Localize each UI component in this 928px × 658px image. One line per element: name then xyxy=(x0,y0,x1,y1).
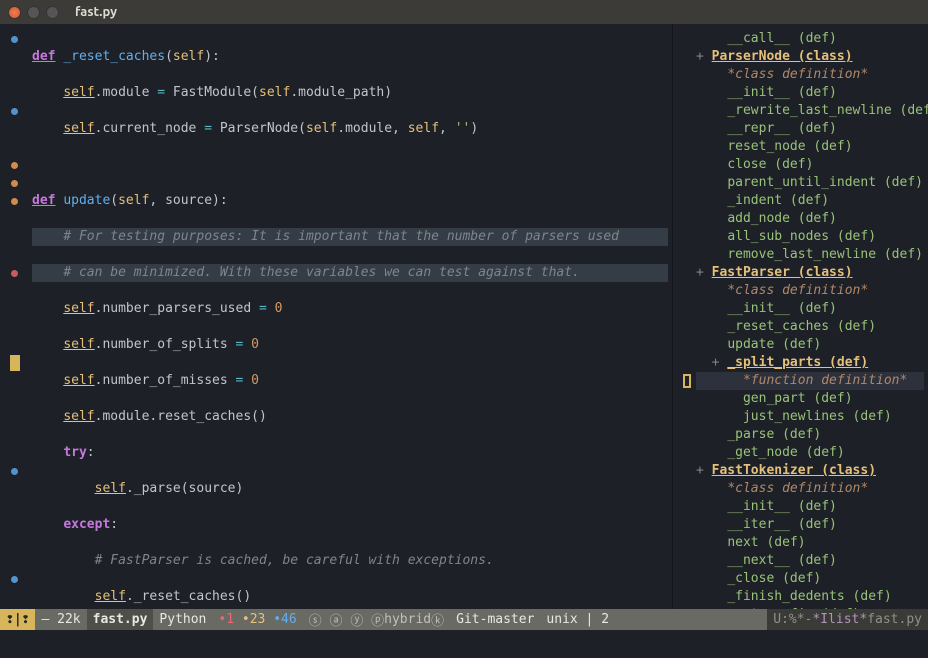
outline-item[interactable]: _finish_dedents (def) xyxy=(696,588,924,606)
outline-item[interactable]: next (def) xyxy=(696,534,924,552)
outline-item[interactable]: close (def) xyxy=(696,156,924,174)
fringe-marker xyxy=(11,198,18,205)
outline-item[interactable]: *class definition* xyxy=(696,282,924,300)
outline-item[interactable]: gen_part (def) xyxy=(696,390,924,408)
outline-item[interactable]: __init__ (def) xyxy=(696,300,924,318)
outline-item[interactable]: __repr__ (def) xyxy=(696,120,924,138)
outline-item[interactable]: *function definition* xyxy=(696,372,924,390)
fringe-marker xyxy=(11,108,18,115)
fringe-marker xyxy=(11,180,18,187)
outline-item[interactable]: parent_until_indent (def) xyxy=(696,174,924,192)
code-line[interactable]: self.number_of_misses = 0 xyxy=(32,372,668,390)
modeline-encoding: unix | 2 xyxy=(540,609,615,630)
outline-item[interactable]: _rewrite_last_newline (def) xyxy=(696,102,924,120)
code-line[interactable]: self.module.reset_caches() xyxy=(32,408,668,426)
fringe-marker xyxy=(11,468,18,475)
modeline-major-mode[interactable]: Python xyxy=(153,609,212,630)
code-editor[interactable]: def _reset_caches(self): self.module = F… xyxy=(28,24,672,609)
code-line[interactable]: try: xyxy=(32,444,668,462)
window-minimize-button[interactable] xyxy=(27,6,40,19)
outline-item[interactable]: + ParserNode (class) xyxy=(696,48,924,66)
fringe-marker xyxy=(11,162,18,169)
outline-item[interactable]: __init__ (def) xyxy=(696,498,924,516)
outline-item[interactable]: + FastParser (class) xyxy=(696,264,924,282)
mode-line: ❢|❢ — 22k fast.py Python •1 •23 •46 ⓢ ⓐ … xyxy=(0,609,928,630)
code-line[interactable]: def update(self, source): xyxy=(32,192,668,210)
code-line[interactable]: self.module = FastModule(self.module_pat… xyxy=(32,84,668,102)
code-line[interactable]: self.current_node = ParserNode(self.modu… xyxy=(32,120,668,138)
code-line[interactable]: self._parse(source) xyxy=(32,480,668,498)
code-line[interactable]: # FastParser is cached, be careful with … xyxy=(32,552,668,570)
outline-item[interactable]: *class definition* xyxy=(696,66,924,84)
modeline-git[interactable]: Git-master xyxy=(450,609,540,630)
code-line[interactable]: # For testing purposes: It is important … xyxy=(32,228,668,246)
window-maximize-button[interactable] xyxy=(46,6,59,19)
fringe-marker xyxy=(11,270,18,277)
modeline-flycheck: •1 •23 •46 xyxy=(212,609,302,630)
window-title: fast.py xyxy=(75,5,117,19)
outline-item[interactable]: + FastTokenizer (class) xyxy=(696,462,924,480)
editor-main: def _reset_caches(self): self.module = F… xyxy=(0,24,928,609)
modeline-indicator: ❢|❢ xyxy=(0,609,35,630)
left-gutter xyxy=(0,24,28,609)
window-close-button[interactable] xyxy=(8,6,21,19)
outline-item[interactable]: reset_node (def) xyxy=(696,138,924,156)
outline-item[interactable]: add_node (def) xyxy=(696,210,924,228)
outline-item[interactable]: update (def) xyxy=(696,336,924,354)
outline-item[interactable]: __init__ (def) xyxy=(696,84,924,102)
code-line[interactable]: def _reset_caches(self): xyxy=(32,48,668,66)
outline-item[interactable]: _reset_caches (def) xyxy=(696,318,924,336)
code-line[interactable]: self.number_of_splits = 0 xyxy=(32,336,668,354)
outline-item[interactable]: _parse (def) xyxy=(696,426,924,444)
outline-item[interactable]: *class definition* xyxy=(696,480,924,498)
window-titlebar: fast.py xyxy=(0,0,928,24)
outline-item[interactable]: remove_last_newline (def) xyxy=(696,246,924,264)
outline-item[interactable]: _get_node (def) xyxy=(696,444,924,462)
outline-item[interactable]: __call__ (def) xyxy=(696,30,924,48)
outline-panel[interactable]: __call__ (def)+ ParserNode (class) *clas… xyxy=(696,24,928,609)
modeline-file[interactable]: fast.py xyxy=(87,609,154,630)
code-line[interactable]: self._reset_caches() xyxy=(32,588,668,606)
modeline-size: — 22k xyxy=(35,609,86,630)
modeline-minor-modes: ⓢ ⓐ ⓨ ⓟ hybrid ⓚ xyxy=(303,609,450,630)
fringe-marker xyxy=(11,576,18,583)
outline-cursor xyxy=(683,374,691,388)
outline-item[interactable]: + _split_parts (def) xyxy=(696,354,924,372)
outline-item[interactable]: __next__ (def) xyxy=(696,552,924,570)
code-line[interactable]: except: xyxy=(32,516,668,534)
modeline-inactive: U:%*- *Ilist* fast.py xyxy=(767,609,928,630)
outline-gutter xyxy=(678,24,696,609)
outline-item[interactable]: just_newlines (def) xyxy=(696,408,924,426)
code-line[interactable]: self.number_parsers_used = 0 xyxy=(32,300,668,318)
outline-item[interactable]: __iter__ (def) xyxy=(696,516,924,534)
fringe-marker xyxy=(11,36,18,43)
code-line[interactable]: # can be minimized. With these variables… xyxy=(32,264,668,282)
minibuffer[interactable] xyxy=(0,630,928,658)
gutter-cursor xyxy=(10,355,20,371)
outline-item[interactable]: _close (def) xyxy=(696,570,924,588)
outline-item[interactable]: all_sub_nodes (def) xyxy=(696,228,924,246)
outline-item[interactable]: _indent (def) xyxy=(696,192,924,210)
